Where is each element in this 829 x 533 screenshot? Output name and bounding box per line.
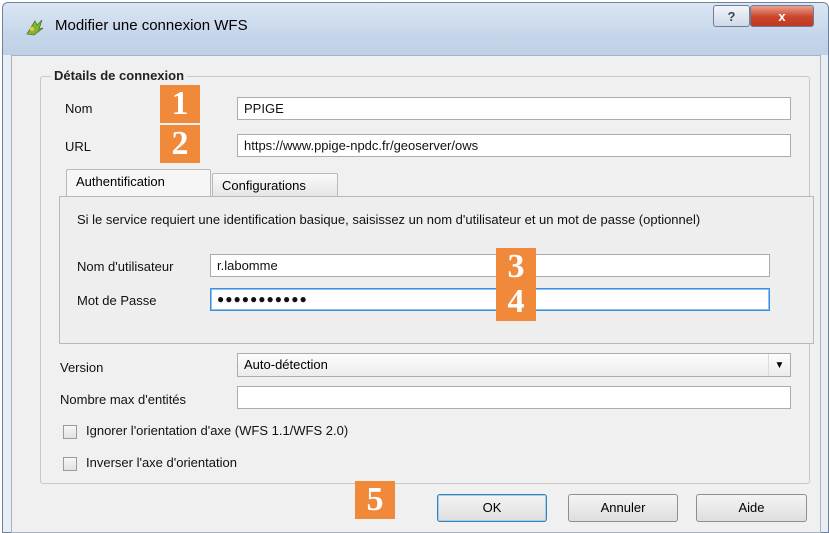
dialog-window: Modifier une connexion WFS ? x Détails d… bbox=[2, 2, 829, 533]
ignore-axis-checkbox[interactable] bbox=[63, 425, 77, 439]
auth-description: Si le service requiert une identificatio… bbox=[77, 212, 701, 227]
window-title: Modifier une connexion WFS bbox=[55, 17, 248, 34]
name-label: Nom bbox=[65, 101, 93, 116]
max-features-label: Nombre max d'entités bbox=[60, 392, 187, 407]
title-bar[interactable]: Modifier une connexion WFS ? x bbox=[3, 3, 828, 55]
tab-bar: Authentification Configurations bbox=[66, 169, 366, 198]
help-button[interactable]: Aide bbox=[696, 494, 807, 522]
name-input[interactable]: PPIGE bbox=[237, 97, 791, 120]
dialog-body: Détails de connexion Nom 1 PPIGE URL 2 h… bbox=[11, 55, 821, 533]
qgis-icon bbox=[26, 19, 44, 36]
cancel-button[interactable]: Annuler bbox=[568, 494, 678, 522]
version-label: Version bbox=[60, 360, 104, 375]
version-selected-value: Auto-détection bbox=[244, 357, 328, 372]
url-label: URL bbox=[65, 139, 92, 154]
auth-tab-panel: Si le service requiert une identificatio… bbox=[59, 196, 814, 344]
annotation-badge-2: 2 bbox=[160, 125, 200, 163]
invert-axis-checkbox[interactable] bbox=[63, 457, 77, 471]
group-title: Détails de connexion bbox=[51, 68, 188, 83]
connection-details-group: Détails de connexion Nom 1 PPIGE URL 2 h… bbox=[40, 68, 814, 484]
annotation-badge-1: 1 bbox=[160, 85, 200, 123]
annotation-badge-5: 5 bbox=[355, 481, 395, 519]
password-input[interactable]: ●●●●●●●●●●● bbox=[210, 288, 770, 311]
tab-authentification[interactable]: Authentification bbox=[66, 169, 211, 196]
tab-configurations[interactable]: Configurations bbox=[212, 173, 338, 198]
chevron-down-icon[interactable]: ▼ bbox=[768, 354, 790, 376]
password-label: Mot de Passe bbox=[77, 293, 157, 308]
version-select[interactable]: Auto-détection ▼ bbox=[237, 353, 791, 377]
ok-button[interactable]: OK bbox=[437, 494, 547, 522]
annotation-badge-4: 4 bbox=[496, 283, 536, 321]
annotation-badge-3: 3 bbox=[496, 248, 536, 286]
help-icon[interactable]: ? bbox=[713, 5, 750, 27]
url-input[interactable]: https://www.ppige-npdc.fr/geoserver/ows bbox=[237, 134, 791, 157]
max-features-input[interactable] bbox=[237, 386, 791, 409]
username-input[interactable]: r.labomme bbox=[210, 254, 770, 277]
ignore-axis-label[interactable]: Ignorer l'orientation d'axe (WFS 1.1/WFS… bbox=[86, 423, 348, 438]
invert-axis-label[interactable]: Inverser l'axe d'orientation bbox=[86, 455, 237, 470]
close-icon[interactable]: x bbox=[750, 5, 814, 27]
username-label: Nom d'utilisateur bbox=[77, 259, 174, 274]
